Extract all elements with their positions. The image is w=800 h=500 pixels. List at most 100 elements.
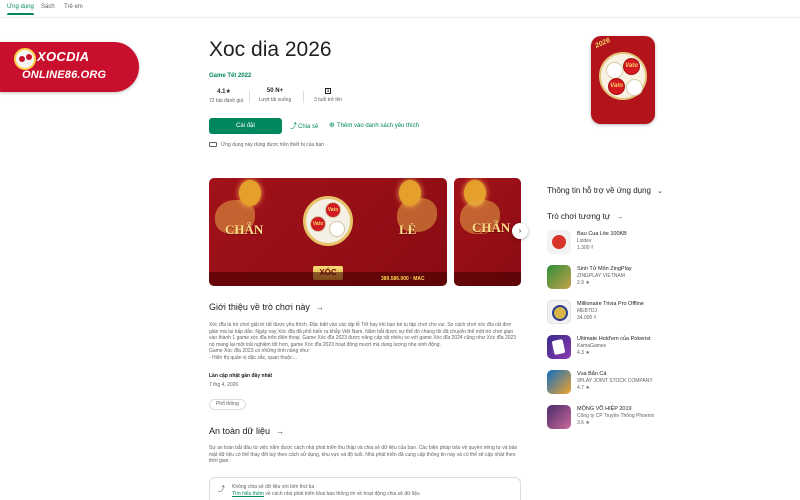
similar-app-rating: 2.9 ★ [577,280,590,286]
millionaire-app-icon [547,300,571,324]
screenshot-2[interactable]: CHẴN [454,178,521,286]
similar-games-title[interactable]: Trò chơi tương tự → [547,212,623,221]
safety-row-learn-more: Tìm hiểu thêm về cách nhà phát triển kha… [232,491,420,497]
icon-year: 2026 [594,37,612,50]
similar-app-item[interactable]: MỘNG VÕ HIỆP 2019 Công ty CP Truyền Thôn… [547,405,747,433]
screenshot-1[interactable]: CHẴN LẺ Vato Vato XÓC 389.586.000 · MAC [209,178,447,286]
safety-description: Sự an toàn bắt đầu từ việc nắm được cách… [209,445,518,464]
age-rating-label: 3 tuổi trở lên [313,97,342,103]
rating-label: 72 bài đánh giá [209,98,244,104]
downloads-value: 50 N+ [266,88,284,94]
similar-app-name: Sinh Tử Môn ZingPlay [577,266,632,272]
category-chip[interactable]: Phổ thông [209,399,246,410]
similar-app-name: Ultimate Hold'em của Pokerist [577,336,651,342]
about-paragraph: Xóc đĩa là trò chơi giải trí rất được yê… [209,322,517,348]
screenshot-footer-bar [454,272,521,286]
about-feature-item: - Hiển thị quân vị đặc sắc, quan thuộc..… [209,354,297,361]
vua-ban-ca-app-icon [547,370,571,394]
similar-app-price: 1.300 ₫ [577,245,594,251]
age-rating-icon: 3 [325,88,331,94]
bau-cua-app-icon [547,230,571,254]
about-title-text: Giới thiệu về trò chơi này [209,302,310,312]
sinh-tu-mon-app-icon [547,265,571,289]
similar-app-item[interactable]: Millionaire Trivia Pro Offline MEBTDJ 34… [547,300,747,328]
chan-label: CHẴN [472,220,511,235]
carousel-next-button[interactable]: › [512,223,528,239]
similar-app-dev: KamaGames [577,343,607,349]
arrow-right-icon: → [616,214,624,221]
similar-app-item[interactable]: Ultimate Hold'em của Pokerist KamaGames … [547,335,747,363]
developer-link[interactable]: Game Tết 2022 [209,73,251,79]
app-icon: 2026 Vato Vato [591,36,655,124]
bookmark-add-icon: ⊕ [329,122,335,129]
wishlist-button[interactable]: ⊕ Thêm vào danh sách yêu thích [329,121,419,129]
data-safety-title[interactable]: An toàn dữ liệu → [209,426,284,436]
rating-value: 4.1★ [217,89,231,95]
icon-coin [606,62,623,79]
downloads-label: Lượt tải xuống [258,97,292,103]
similar-app-dev: Công ty CP Truyền Thông Phoenix [577,413,655,419]
share-label: Chia sẻ [298,124,319,130]
stat-age-rating[interactable]: 3 3 tuổi trở lên [311,88,345,103]
le-label: LẺ [399,222,417,237]
support-title-text: Thông tin hỗ trợ về ứng dụng [547,186,651,195]
similar-app-name: Millionaire Trivia Pro Offline [577,301,644,307]
screenshot-carousel: CHẴN LẺ Vato Vato XÓC 389.586.000 · MAC … [209,178,521,286]
similar-app-rating: 3.6 ★ [577,420,590,426]
about-description: Xóc đĩa là trò chơi giải trí rất được yê… [209,322,521,361]
similar-app-dev: MEBTDJ [577,308,597,314]
laptop-icon [209,142,217,148]
install-button[interactable]: Cài đặt [209,118,282,134]
xocdia-disc-icon [14,48,36,70]
coin-red: Vato [310,216,326,232]
similar-app-dev: Lizdev [577,238,592,244]
share-data-icon: ⤴ [218,486,225,493]
watermark-line1: XOCDIA [37,49,90,64]
coin-red: Vato [325,202,341,218]
similar-app-name: Bau Cua Lite 100KB [577,231,627,237]
icon-coin [626,79,643,96]
about-section-title[interactable]: Giới thiệu về trò chơi này → [209,302,324,312]
app-support-toggle[interactable]: Thông tin hỗ trợ về ứng dụng ⌄ [547,186,663,195]
similar-app-dev: 9PLAY JOINT STOCK COMPANY [577,378,653,384]
learn-more-rest: về cách nhà phát triển khai báo thông ti… [263,491,420,497]
score-text: 389.586.000 · MAC [381,276,425,282]
app-title: Xoc dia 2026 [209,38,332,61]
similar-app-rating: 4.7 ★ [577,385,590,391]
similar-app-price: 34.000 ₫ [577,315,597,321]
similar-app-item[interactable]: Bau Cua Lite 100KB Lizdev 1.300 ₫ [547,230,747,258]
stat-divider [303,91,304,103]
device-note-text: Ứng dụng này dùng được trên thiết bị của… [221,142,324,148]
similar-app-item[interactable]: Vua Bắn Cá 9PLAY JOINT STOCK COMPANY 4.7… [547,370,747,398]
learn-more-link[interactable]: Tìm hiểu thêm [232,491,264,497]
tab-apps[interactable]: Ứng dụng [7,4,34,15]
safety-row-no-sharing: Không chia sẻ dữ liệu với bên thứ ba [232,484,315,490]
similar-app-dev: ZINGPLAY VIETNAM [577,273,625,279]
similar-app-name: Vua Bắn Cá [577,371,607,377]
tab-books[interactable]: Sách [41,4,55,10]
tab-kids[interactable]: Trẻ em [64,4,83,10]
pokerist-app-icon [547,335,571,359]
arrow-right-icon: → [276,427,285,436]
share-button[interactable]: ⤴Chia sẻ [290,121,318,131]
icon-coin-red: Vato [608,78,625,95]
similar-app-rating: 4.3 ★ [577,350,590,356]
device-compat-note: Ứng dụng này dùng được trên thiết bị của… [209,142,324,148]
arrow-right-icon: → [315,303,324,312]
xocdia-plate: Vato Vato [303,196,353,246]
safety-title-text: An toàn dữ liệu [209,426,271,436]
stat-downloads: 50 N+ Lượt tải xuống [258,88,292,103]
chevron-down-icon: ⌄ [657,188,663,195]
stat-rating[interactable]: 4.1★ 72 bài đánh giá [209,88,244,104]
icon-coin-red: Vato [623,58,640,75]
lantern-decoration [239,180,261,206]
similar-app-item[interactable]: Sinh Tử Môn ZingPlay ZINGPLAY VIETNAM 2.… [547,265,747,293]
stat-divider [249,91,250,103]
wishlist-label: Thêm vào danh sách yêu thích [337,123,420,129]
similar-title-text: Trò chơi tương tự [547,212,611,221]
updated-value: 7 thg 4, 2026 [209,382,239,388]
updated-label: Lần cập nhật gần đây nhất [209,373,273,379]
similar-app-name: MỘNG VÕ HIỆP 2019 [577,406,632,412]
mong-vo-hiep-app-icon [547,405,571,429]
share-icon: ⤴ [290,123,297,130]
